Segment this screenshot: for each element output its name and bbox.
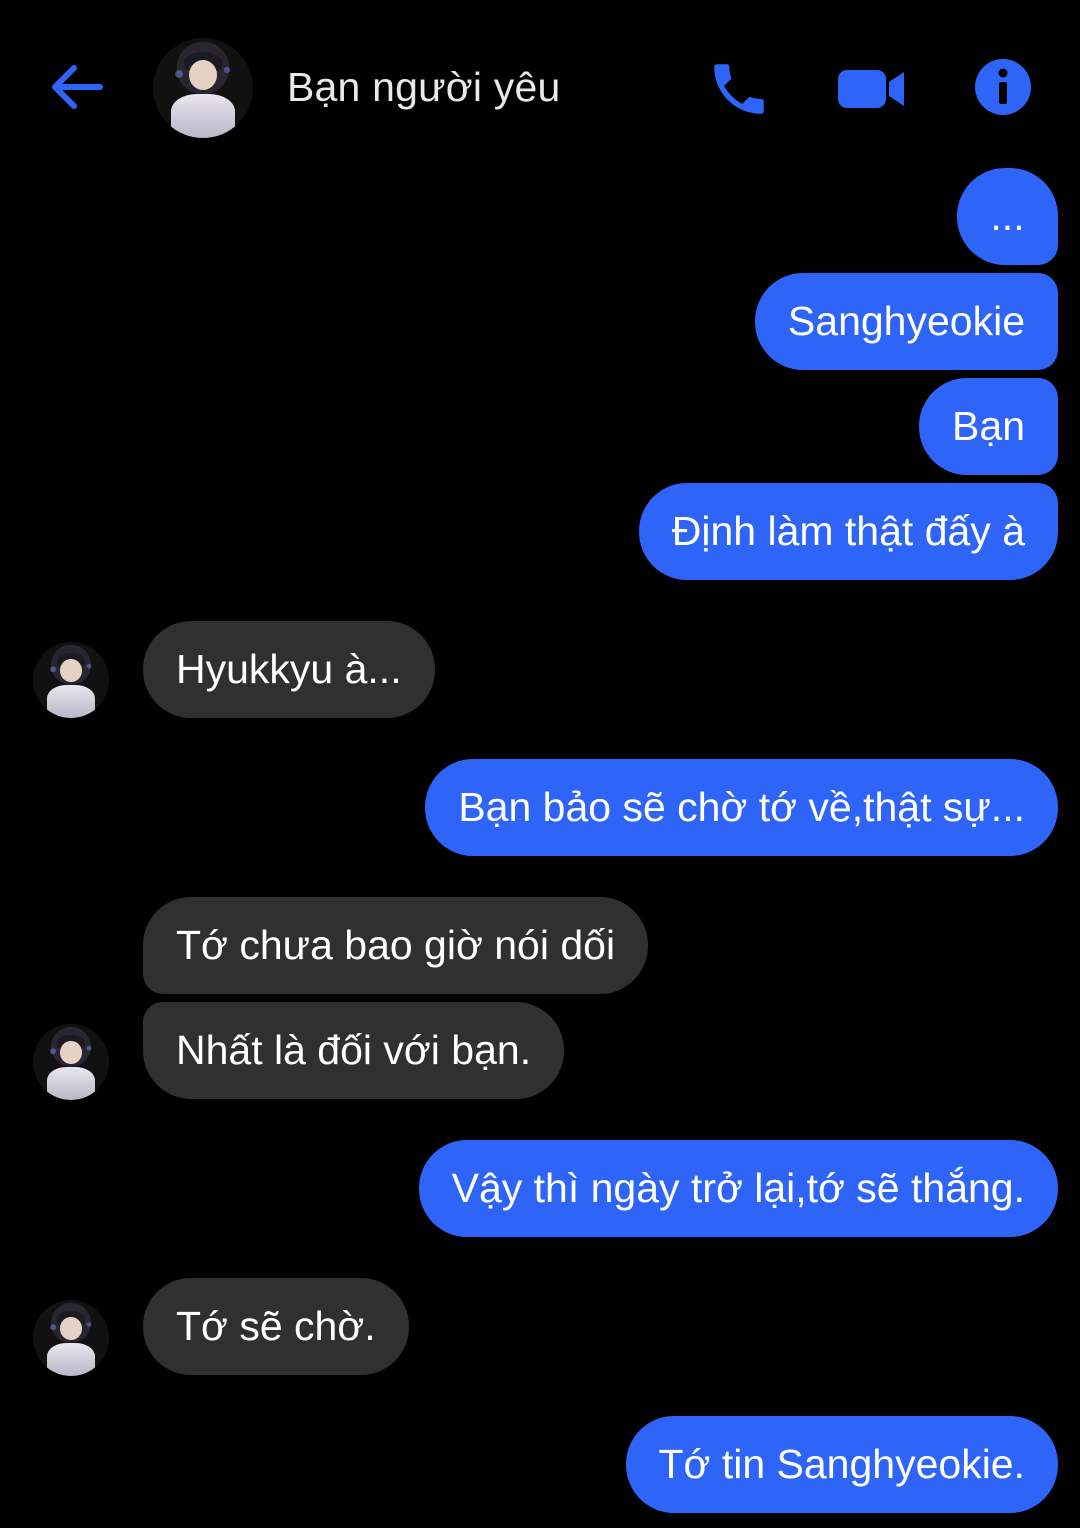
message-bubble-outgoing[interactable]: Tớ tin Sanghyeokie. bbox=[625, 1416, 1058, 1513]
message-bubble-outgoing[interactable]: Bạn bbox=[919, 378, 1058, 475]
chat-header: Bạn người yêu bbox=[0, 0, 1080, 175]
contact-avatar-small[interactable] bbox=[33, 1300, 109, 1376]
contact-avatar-small[interactable] bbox=[33, 1024, 109, 1100]
message-bubble-outgoing[interactable]: Bạn bảo sẽ chờ tớ về,thật sự... bbox=[425, 759, 1058, 856]
phone-icon bbox=[714, 64, 764, 114]
video-camera-icon bbox=[838, 70, 904, 108]
contact-avatar[interactable] bbox=[153, 38, 253, 138]
video-call-button[interactable] bbox=[834, 58, 910, 120]
contact-name[interactable]: Bạn người yêu bbox=[287, 64, 560, 111]
info-button[interactable] bbox=[972, 56, 1034, 118]
message-bubble-incoming[interactable]: Tớ chưa bao giờ nói dối bbox=[143, 897, 649, 994]
back-button[interactable] bbox=[48, 58, 106, 116]
info-icon bbox=[975, 59, 1031, 115]
message-bubble-incoming[interactable]: Hyukkyu à... bbox=[143, 621, 435, 718]
message-bubble-outgoing[interactable]: ... bbox=[957, 168, 1058, 265]
message-bubble-incoming[interactable]: Nhất là đối với bạn. bbox=[143, 1002, 565, 1099]
message-bubble-incoming[interactable]: Tớ sẽ chờ. bbox=[143, 1278, 409, 1375]
message-bubble-outgoing[interactable]: Định làm thật đấy à bbox=[638, 483, 1058, 580]
message-bubble-outgoing[interactable]: Vậy thì ngày trở lại,tớ sẽ thắng. bbox=[418, 1140, 1058, 1237]
voice-call-button[interactable] bbox=[706, 56, 772, 122]
contact-avatar-small[interactable] bbox=[33, 642, 109, 718]
arrow-left-icon bbox=[52, 65, 103, 109]
message-bubble-outgoing[interactable]: Sanghyeokie bbox=[754, 273, 1058, 370]
